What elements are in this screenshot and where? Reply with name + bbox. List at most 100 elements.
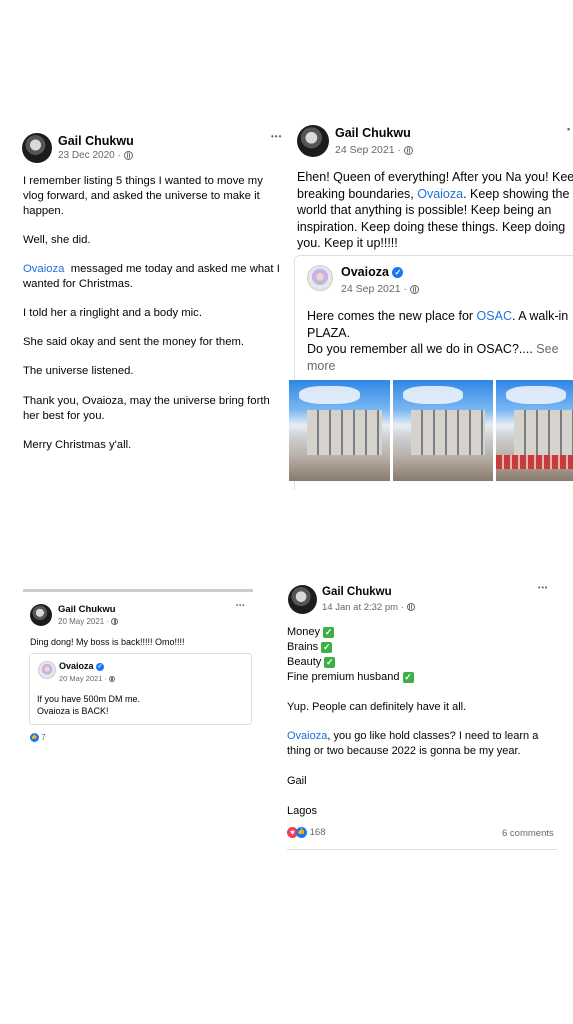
date-text: 23 Dec 2020: [58, 150, 115, 161]
body-line: Merry Christmas y'all.: [23, 439, 132, 451]
body-line: I told her a ringlight and a body mic.: [23, 307, 202, 319]
author-name[interactable]: Gail Chukwu: [58, 134, 134, 148]
date-text: 20 May 2021: [58, 617, 105, 626]
photo-building: [514, 410, 573, 455]
photo-fence: [496, 454, 573, 469]
osac-link[interactable]: OSAC: [477, 309, 512, 323]
post-gail-jan: Gail Chukwu 14 Jan at 2:32 pm · ••• Mone…: [280, 575, 573, 860]
photo-building: [411, 410, 485, 455]
like-icon: 👍: [30, 733, 39, 743]
list-text: Brains: [287, 641, 319, 653]
author-name[interactable]: Gail Chukwu: [58, 604, 116, 615]
more-options-button[interactable]: •••: [271, 132, 282, 141]
body-line: her best for you.: [23, 410, 105, 422]
author-avatar[interactable]: [297, 125, 329, 157]
body-line: Ovaioza messaged me today and asked me w…: [23, 262, 280, 277]
globe-icon: [406, 603, 415, 612]
reaction-count: 168: [309, 827, 326, 839]
body-line: inspiration. Keep doing these things. Ke…: [297, 219, 566, 234]
check-icon: ✓: [323, 626, 335, 638]
author-avatar[interactable]: [30, 604, 52, 626]
shared-author-avatar[interactable]: [38, 661, 56, 679]
body-line: breaking boundaries, Ovaioza. Keep showi…: [297, 186, 569, 203]
more-options-button[interactable]: •: [567, 124, 571, 134]
body-line: thing or two because 2022 is gonna be my…: [287, 745, 521, 757]
body-line: Lagos: [287, 805, 317, 817]
post-date[interactable]: 24 Sep 2021 ·: [335, 144, 413, 156]
body-line: She said okay and sent the money for the…: [23, 336, 245, 348]
post-date[interactable]: 23 Dec 2020 ·: [58, 150, 133, 161]
shared-author-name[interactable]: Ovaioza ✓: [59, 661, 105, 671]
reaction-summary[interactable]: 👍 7: [30, 733, 46, 743]
reaction-summary[interactable]: ♥ 👍 168: [287, 827, 326, 838]
more-options-button[interactable]: •••: [236, 603, 245, 609]
see-more-link[interactable]: more: [307, 358, 335, 375]
body-line: world that anything is possible! Keep be…: [297, 203, 552, 217]
photo-cloud: [506, 386, 566, 405]
mention-ovaioza[interactable]: Ovaioza: [287, 730, 327, 742]
list-text: Money: [287, 626, 321, 638]
post-gail-sep-2021: Gail Chukwu 24 Sep 2021 · • Ehen! Queen …: [287, 0, 573, 490]
post-body: Ding dong! My boss is back!!!!! Omo!!!!: [30, 637, 185, 647]
list-text: Beauty: [287, 656, 322, 668]
check-icon: ✓: [324, 656, 336, 668]
photo-cloud: [299, 386, 360, 405]
date-text: 24 Sep 2021: [341, 283, 401, 295]
body-text: Here comes the new place for: [307, 309, 474, 323]
body-line: wanted for Christmas.: [23, 278, 133, 290]
photo-building: [307, 410, 382, 455]
post-gail-may-2021: Gail Chukwu 20 May 2021 · ••• Ding dong!…: [0, 585, 285, 755]
body-text: breaking boundaries,: [297, 186, 414, 201]
body-text: . Keep showing the: [463, 186, 570, 201]
list-item: Beauty ✓: [287, 656, 336, 668]
shared-post-date[interactable]: 24 Sep 2021 ·: [341, 283, 419, 295]
body-text: messaged me today and asked me what I: [70, 263, 280, 275]
body-text: Do you remember all we do in OSAC?....: [307, 342, 533, 356]
date-text: 20 May 2021: [59, 674, 103, 683]
building-photo[interactable]: [289, 380, 390, 481]
globe-icon: [111, 618, 119, 626]
check-icon: ✓: [402, 671, 414, 683]
body-line: Ehen! Queen of everything! After you Na …: [297, 170, 573, 184]
body-line: happen.: [23, 205, 64, 217]
post-date[interactable]: 20 May 2021 ·: [58, 617, 119, 626]
shared-body-line: If you have 500m DM me.: [37, 694, 141, 704]
body-text: . A walk-in: [511, 309, 569, 323]
body-line: Ovaioza, you go like hold classes? I nee…: [287, 730, 538, 742]
see-more-link[interactable]: See: [536, 342, 558, 356]
body-line: Well, she did.: [23, 234, 91, 246]
footer-divider: [287, 849, 557, 850]
author-name[interactable]: Gail Chukwu: [322, 586, 392, 598]
body-line: Do you remember all we do in OSAC?.... S…: [307, 341, 559, 358]
author-avatar[interactable]: [288, 585, 317, 614]
post-date[interactable]: 14 Jan at 2:32 pm ·: [322, 602, 415, 613]
building-photo[interactable]: [496, 380, 573, 481]
more-options-button[interactable]: •••: [538, 585, 548, 592]
body-line: The universe listened.: [23, 365, 134, 377]
shared-author-text: Ovaioza: [341, 265, 389, 279]
body-line: Here comes the new place for OSAC. A wal…: [307, 308, 568, 325]
author-avatar[interactable]: [22, 133, 52, 163]
mention-ovaioza[interactable]: Ovaioza: [23, 263, 64, 275]
date-text: 24 Sep 2021: [335, 144, 395, 156]
check-icon: ✓: [321, 641, 333, 653]
post-divider: [23, 589, 253, 592]
shared-author-text: Ovaioza: [59, 661, 94, 671]
post-gail-dec-2020: Gail Chukwu 23 Dec 2020 · ••• I remember…: [0, 0, 285, 470]
globe-icon: [403, 145, 413, 155]
shared-post-card[interactable]: Ovaioza ✓ 20 May 2021 · If you have 500m…: [29, 653, 252, 725]
list-item: Fine premium husband ✓: [287, 671, 414, 683]
shared-author-avatar[interactable]: [307, 265, 333, 291]
body-text: , you go like hold classes? I need to le…: [327, 730, 539, 742]
shared-author-name[interactable]: Ovaioza ✓: [341, 265, 404, 279]
body-line: Gail: [287, 775, 307, 787]
comments-count-link[interactable]: 6 comments: [502, 828, 554, 839]
list-item: Money ✓: [287, 626, 335, 638]
building-photo[interactable]: [393, 380, 493, 481]
mention-ovaioza[interactable]: Ovaioza: [417, 187, 463, 201]
author-name[interactable]: Gail Chukwu: [335, 126, 411, 140]
shared-body-line: Ovaioza is BACK!: [37, 706, 109, 716]
list-text: Fine premium husband: [287, 671, 400, 683]
globe-icon: [123, 150, 133, 160]
shared-post-date[interactable]: 20 May 2021 ·: [59, 674, 116, 683]
